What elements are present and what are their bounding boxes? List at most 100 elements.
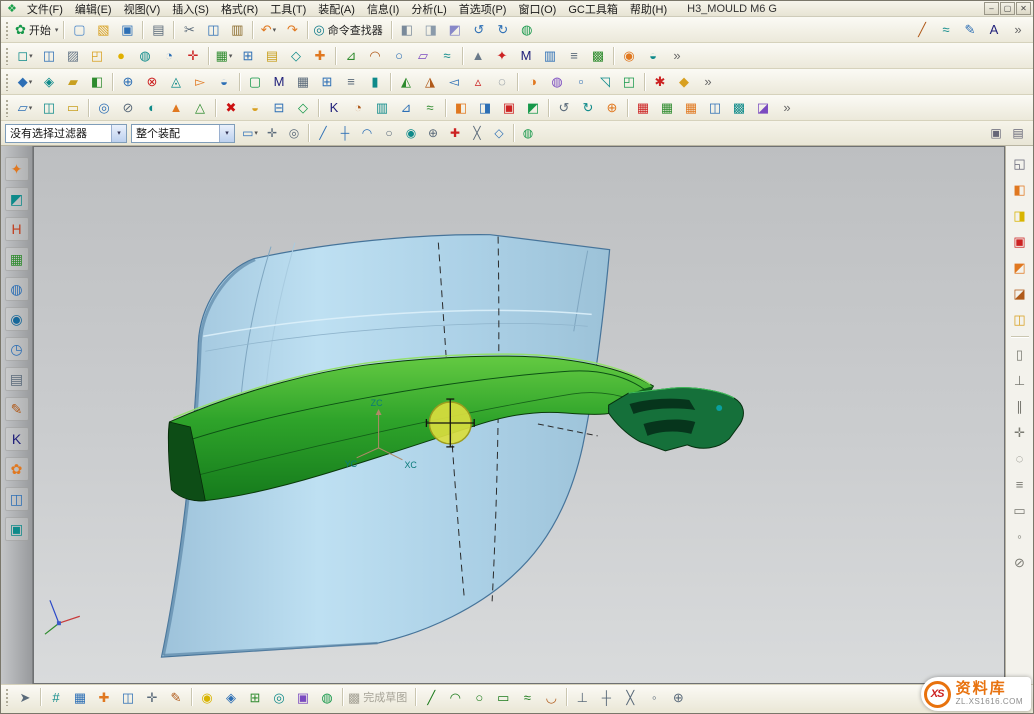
toolbar-icon[interactable]: ⊗ <box>141 71 163 93</box>
toolbar-icon[interactable]: ▵ <box>467 71 489 93</box>
toolbar-icon[interactable]: ⊕ <box>423 123 443 143</box>
toolbar-icon[interactable]: ▣ <box>1009 230 1031 252</box>
toolbar-icon[interactable]: ◒ <box>244 97 266 119</box>
toolbar-icon[interactable]: M <box>515 45 537 67</box>
toolbar-icon[interactable]: ◻▾ <box>14 45 36 67</box>
dropdown-arrow-icon[interactable]: ▾ <box>29 52 33 60</box>
rotate-view-icon[interactable]: ↺ <box>468 19 490 41</box>
toolbar-icon[interactable]: ◫ <box>704 97 726 119</box>
toolbar-icon[interactable]: ◧ <box>86 71 108 93</box>
toolbar-icon[interactable]: ⊿ <box>395 97 417 119</box>
toolbar-icon[interactable]: ◠ <box>357 123 377 143</box>
toolbar-icon[interactable]: ⊥ <box>571 686 593 708</box>
menu-item[interactable]: 编辑(E) <box>69 1 118 17</box>
dropdown-arrow-icon[interactable]: ▾ <box>55 26 59 34</box>
toolbar-icon[interactable]: ╱ <box>420 686 442 708</box>
toolbar-icon[interactable]: ◔ <box>347 97 369 119</box>
toolbar-icon[interactable]: ▩ <box>728 97 750 119</box>
history-icon[interactable]: H <box>5 217 29 241</box>
print-icon[interactable]: ▤ <box>147 19 169 41</box>
menu-item[interactable]: 窗口(O) <box>512 1 562 17</box>
copy-icon[interactable]: ◫ <box>202 19 224 41</box>
toolbar-icon[interactable]: ◮ <box>419 71 441 93</box>
toolbar-overflow-icon[interactable]: » <box>1007 19 1029 41</box>
toolbar-icon[interactable]: ◩ <box>522 97 544 119</box>
menu-item[interactable]: 格式(R) <box>215 1 264 17</box>
toolbar-icon[interactable]: ◒ <box>642 45 664 67</box>
view-style-icon[interactable]: ◩ <box>444 19 466 41</box>
toolbar-icon[interactable]: ⊕ <box>601 97 623 119</box>
new-icon[interactable]: ▢ <box>68 19 90 41</box>
menu-item[interactable]: 信息(I) <box>361 1 405 17</box>
toolbar-icon[interactable]: ○ <box>388 45 410 67</box>
toolbar-icon[interactable]: ◪ <box>752 97 774 119</box>
wireframe-view-icon[interactable]: ◨ <box>420 19 442 41</box>
toolbar-icon[interactable]: ◰ <box>618 71 640 93</box>
toolbar-icon[interactable]: ◰ <box>86 45 108 67</box>
toolbar-icon[interactable]: ▤ <box>261 45 283 67</box>
toolbar-icon[interactable]: ▭ <box>1009 499 1031 521</box>
viewport-layout-icon[interactable]: ▤ <box>1008 123 1028 143</box>
toolbar-icon[interactable]: ▱▾ <box>14 97 36 119</box>
toolbar-icon[interactable]: ▭ <box>492 686 514 708</box>
undo-icon[interactable]: ↶▾ <box>257 19 279 41</box>
toolbar-icon[interactable]: » <box>697 71 719 93</box>
toolbar-icon[interactable]: » <box>776 97 798 119</box>
toolbar-icon[interactable]: ⊘ <box>1009 551 1031 573</box>
toolbar-icon[interactable]: ✚ <box>309 45 331 67</box>
toolbar-icon[interactable]: ✛ <box>141 686 163 708</box>
menu-item[interactable]: 帮助(H) <box>624 1 673 17</box>
spline-tool-icon[interactable]: ≈ <box>935 19 957 41</box>
toolbar-icon[interactable]: ┼ <box>595 686 617 708</box>
toolbar-icon[interactable]: ▦▾ <box>213 45 235 67</box>
toolbar-icon[interactable]: ⊞ <box>316 71 338 93</box>
toolbar-icon[interactable]: ✚ <box>445 123 465 143</box>
viewport-canvas[interactable]: ZC XC YC <box>34 147 1004 683</box>
toolbar-icon[interactable]: ≈ <box>419 97 441 119</box>
toolbar-icon[interactable]: ◌ <box>491 71 513 93</box>
toolbar-icon[interactable]: ◧ <box>450 97 472 119</box>
toolbar-icon[interactable]: ○ <box>379 123 399 143</box>
templates-icon[interactable]: ◫ <box>5 487 29 511</box>
toolbar-icon[interactable]: ⊕ <box>667 686 689 708</box>
toolbar-icon[interactable]: ◇ <box>285 45 307 67</box>
toolbar-icon[interactable]: ✚ <box>93 686 115 708</box>
start-button[interactable]: ✿开始▾ <box>14 19 59 41</box>
panel-handle-icon[interactable]: ◱ <box>1009 152 1031 174</box>
toolbar-icon[interactable]: ≈ <box>516 686 538 708</box>
toolbar-icon[interactable]: ◈ <box>220 686 242 708</box>
toolbar-icon[interactable]: ◠ <box>444 686 466 708</box>
toolbar-icon[interactable]: ▣ <box>498 97 520 119</box>
paste-icon[interactable]: ▥ <box>226 19 248 41</box>
toolbar-icon[interactable]: ◫ <box>38 45 60 67</box>
cut-icon[interactable]: ✂ <box>178 19 200 41</box>
toolbar-icon[interactable]: ▱ <box>412 45 434 67</box>
menu-item[interactable]: 视图(V) <box>118 1 167 17</box>
toolbar-icon[interactable]: ◐ <box>141 97 163 119</box>
toolbar-icon[interactable]: ✖ <box>220 97 242 119</box>
toolbar-icon[interactable]: ▥ <box>539 45 561 67</box>
selection-scope-dropdown[interactable]: 整个装配 <box>131 124 235 143</box>
toolbar-icon[interactable]: ◎ <box>284 123 304 143</box>
toolbar-icon[interactable]: ◭ <box>395 71 417 93</box>
assembly-navigator-icon[interactable]: ◩ <box>5 187 29 211</box>
menu-item[interactable]: 工具(T) <box>264 1 312 17</box>
toolbar-icon[interactable]: ▭ <box>62 97 84 119</box>
toolbar-icon[interactable]: ▣ <box>292 686 314 708</box>
information-icon[interactable]: ▤ <box>5 367 29 391</box>
materials-icon[interactable]: K <box>5 427 29 451</box>
dropdown-arrow-icon[interactable]: ▾ <box>29 104 33 112</box>
toolbar-icon[interactable]: ⊿ <box>340 45 362 67</box>
toolbar-icon[interactable]: ◨ <box>474 97 496 119</box>
toolbar-icon[interactable]: » <box>666 45 688 67</box>
toolbar-icon[interactable]: ▨ <box>62 45 84 67</box>
toolbar-icon[interactable]: ⊥ <box>1009 369 1031 391</box>
toolbar-icon[interactable]: ✦ <box>491 45 513 67</box>
toolbar-icon[interactable]: ◒ <box>213 71 235 93</box>
toolbar-icon[interactable]: ✛ <box>262 123 282 143</box>
toolbar-icon[interactable]: ▩ <box>587 45 609 67</box>
toolbar-icon[interactable]: ┼ <box>335 123 355 143</box>
toolbar-icon[interactable]: ⊞ <box>244 686 266 708</box>
redo-icon[interactable]: ↷ <box>281 19 303 41</box>
toolbar-icon[interactable]: ▥ <box>371 97 393 119</box>
